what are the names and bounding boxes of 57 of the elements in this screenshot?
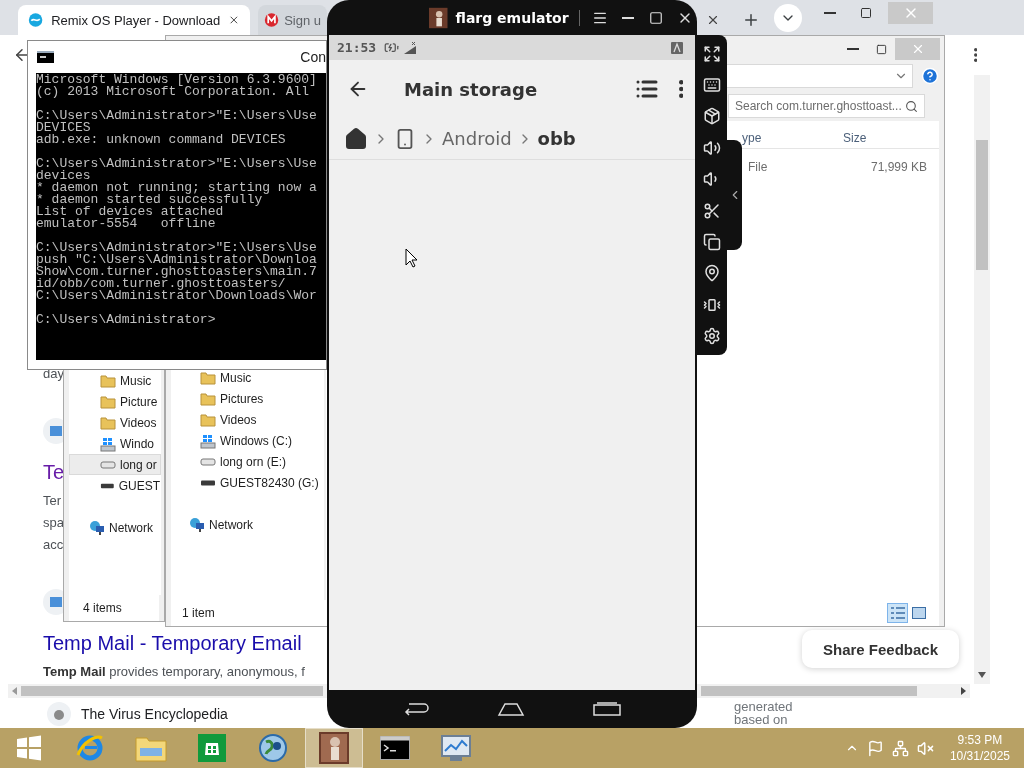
console-line: C:\Users\Administrator>"E:\Users\Use <box>36 110 318 122</box>
console-line: C:\Users\Administrator>"E:\Users\Use <box>36 242 318 254</box>
share-feedback-button[interactable]: Share Feedback <box>802 630 959 668</box>
console-line: Show\com.turner.ghosttoasters\main.7 <box>36 266 318 278</box>
result-snippet: generated <box>734 700 793 713</box>
nav-item[interactable]: Music <box>69 370 161 391</box>
console-line: id/obb/com.turner.ghosttoasters/ <box>36 278 286 290</box>
table-cell-text: 71,999 KB <box>869 160 928 174</box>
console-line: C:\Users\Administrator> <box>36 314 217 326</box>
result-snippet: Ter <box>43 492 63 510</box>
console-line: Microsoft Windows [Version 6.3.9600] <box>36 74 318 86</box>
nav-item[interactable]: long or <box>69 454 161 475</box>
result-snippet: Temp Mail provides temporary, anonymous, f <box>43 663 305 681</box>
browser-tab[interactable]: Remix OS Player - Download <box>18 5 250 35</box>
nav-item[interactable]: Network <box>69 517 161 538</box>
console-line: emulator-5554 offline <box>36 218 217 230</box>
nav-item[interactable]: Windows (C:) <box>171 430 324 451</box>
status-text: 1 item <box>182 606 215 620</box>
result-title-link[interactable]: Te <box>43 458 65 486</box>
nav-item[interactable]: Videos <box>171 409 324 430</box>
search-field[interactable]: Search com.turner.ghosttoast... <box>728 94 925 118</box>
column-header[interactable]: Size <box>843 130 939 145</box>
breadcrumb-item[interactable]: Android <box>442 128 512 149</box>
nav-item[interactable]: Picture <box>69 391 161 412</box>
breadcrumb-item[interactable]: obb <box>537 128 576 149</box>
result-title-link[interactable]: The Virus Encyclopedia <box>81 706 228 722</box>
table-cell-text: File <box>747 160 769 174</box>
result-title-link[interactable]: Temp Mail - Temporary Email <box>43 629 302 657</box>
console-line: C:\Users\Administrator\Downloads\Wor <box>36 290 318 302</box>
column-header[interactable]: ype <box>742 130 843 145</box>
nav-item[interactable]: GUEST82430 (G:) <box>171 472 324 493</box>
nav-item[interactable]: Music <box>171 367 324 388</box>
status-time: 21:53 <box>337 40 377 55</box>
console-line: adb.exe: unknown command DEVICES <box>36 134 287 146</box>
console-line: C:\Users\Administrator>"E:\Users\Use <box>36 158 318 170</box>
nav-item[interactable]: Pictures <box>171 388 324 409</box>
result-snippet: based on <box>734 713 788 726</box>
app-title: Main storage <box>404 78 538 100</box>
console-line: DEVICES <box>36 122 91 134</box>
result-snippet: day <box>43 365 64 383</box>
console-line: List of devices attached <box>36 206 224 218</box>
result-snippet: spa <box>43 514 64 532</box>
window-title: Con <box>300 49 326 65</box>
nav-item[interactable]: GUEST <box>69 475 161 496</box>
nav-item[interactable]: Windo <box>69 433 161 454</box>
console-line: (c) 2013 Microsoft Corporation. All <box>36 86 310 98</box>
nav-item[interactable]: Videos <box>69 412 161 433</box>
console-line: * daemon started successfully <box>36 194 263 206</box>
console-line: * daemon not running; starting now a <box>36 182 318 194</box>
nav-item[interactable]: long orn (E:) <box>171 451 324 472</box>
window-title: flarg emulator <box>455 9 569 26</box>
browser-tab[interactable]: Sign u <box>258 5 327 35</box>
console-line: devices <box>36 170 91 182</box>
status-text: 4 items <box>69 595 159 621</box>
nav-item[interactable]: Network <box>171 514 324 535</box>
console-line: push "C:\Users\Administrator\Downloa <box>36 254 318 266</box>
result-snippet: acc <box>43 536 64 554</box>
